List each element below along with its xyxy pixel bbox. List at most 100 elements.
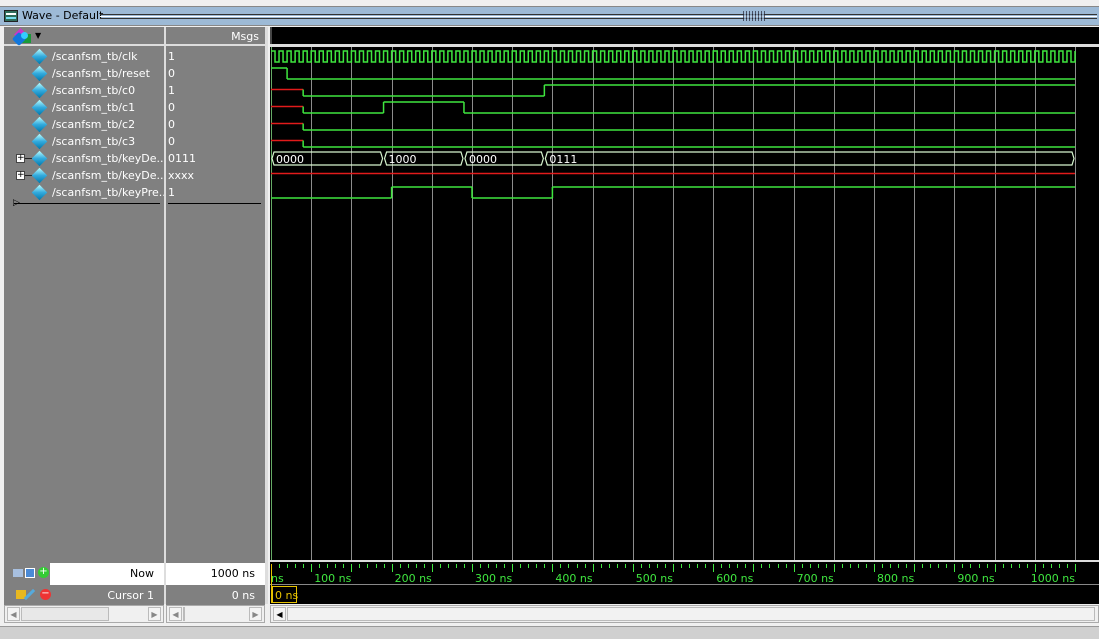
signal-diamond-icon [31,99,48,116]
signal-row[interactable]: + /scanfsm_tb/keyDe... [4,167,168,184]
scroll-thumb[interactable] [183,607,185,621]
signal-diamond-icon [31,133,48,150]
signal-value: 1 [168,50,175,63]
signal-diamond-icon [31,48,48,65]
bus-value-label: 1000 [389,153,417,166]
ruler-label: 200 ns [395,572,432,585]
signal-value: xxxx [168,169,195,182]
values-header: Msgs [166,27,265,46]
ruler-label: 800 ns [877,572,914,585]
ruler-label: 400 ns [555,572,592,585]
signal-value: 1 [168,186,175,199]
ruler-label: 500 ns [636,572,673,585]
scroll-thumb[interactable] [21,607,109,621]
insertion-marker [14,203,160,204]
ruler-separator [270,560,1099,562]
waveform-canvas[interactable]: 0000 1000 0000 0111 ns 100 ns 200 ns 300 ns 400 … [270,27,1099,604]
now-value-cell: 1000 ns [166,563,265,585]
bus-value-label: 0000 [469,153,497,166]
status-bar [0,626,1099,639]
signal-name: /scanfsm_tb/reset [52,67,150,80]
signal-name: /scanfsm_tb/keyDe... [52,169,168,182]
signal-row[interactable]: /scanfsm_tb/keyPre... [4,184,169,201]
cursor-value-cell: 0 ns [166,585,265,605]
ruler-label: 1000 ns [1031,572,1075,585]
ruler-label: 700 ns [797,572,834,585]
cursor-value: 0 ns [231,589,255,602]
window-icon[interactable] [25,568,35,578]
msgs-label: Msgs [231,30,259,43]
names-hscrollbar[interactable]: ◀ ▶ [4,605,164,623]
now-value: 1000 ns [210,567,255,580]
clk-wave [271,50,1076,63]
signal-diamond-icon [31,65,48,82]
expand-icon[interactable]: + [16,171,33,180]
signal-row[interactable]: /scanfsm_tb/c2 [4,116,164,133]
ruler-label: 900 ns [957,572,994,585]
add-signal-icon[interactable] [11,28,32,47]
signal-row[interactable]: /scanfsm_tb/clk [4,48,164,65]
signal-value: 0 [168,118,175,131]
signal-value: 0 [168,135,175,148]
scroll-right-icon[interactable]: ▶ [249,607,262,621]
signal-value: 0 [168,101,175,114]
expand-icon[interactable]: + [16,154,33,163]
chevron-down-icon[interactable]: ▼ [35,31,41,40]
signal-name: /scanfsm_tb/c1 [52,101,136,114]
signal-diamond-icon [31,150,48,167]
values-hscrollbar[interactable]: ◀ ▶ [166,605,265,623]
scroll-right-icon[interactable]: ▶ [148,607,161,621]
header-separator [270,44,1099,47]
titlebar-grip [100,14,1097,19]
now-label: Now [130,567,154,580]
scroll-left-icon[interactable]: ◀ [7,607,20,621]
signal-diamond-icon [31,116,48,133]
signal-row[interactable]: /scanfsm_tb/reset [4,65,164,82]
pane-divider[interactable] [265,27,268,604]
cursor-label: Cursor 1 [107,589,154,602]
bus-value-label: 0000 [276,153,304,166]
wave-hscrollbar[interactable]: ◀ [270,605,1099,623]
signal-value: 0 [168,67,175,80]
remove-cursor-icon[interactable]: − [40,589,51,600]
values-pane: Msgs 1 0 1 0 0 0 0111 xxxx 1 [166,27,265,604]
ruler-label: 100 ns [314,572,351,585]
bus-segment [544,151,1075,166]
waveform-pane[interactable]: 0000 1000 0000 0111 ns 100 ns 200 ns 300 ns 400 … [270,27,1099,604]
signal-name: /scanfsm_tb/c0 [52,84,136,97]
scroll-thumb[interactable] [287,607,1095,621]
signal-names-pane: ▼ /scanfsm_tb/clk/scanfsm_tb/reset/scanf… [4,27,169,604]
signal-row[interactable]: /scanfsm_tb/c1 [4,99,164,116]
scroll-left-icon[interactable]: ◀ [273,607,286,621]
add-cursor-icon[interactable]: + [38,567,49,578]
ruler-label: ns [271,572,284,585]
signal-name: /scanfsm_tb/clk [52,50,138,63]
signal-diamond-icon [31,167,48,184]
window-title: Wave - Default [22,9,104,22]
scroll-left-icon[interactable]: ◀ [169,607,182,621]
signal-name: /scanfsm_tb/c2 [52,118,136,131]
signal-name: /scanfsm_tb/keyPre... [52,186,170,199]
wave-window-icon [4,10,18,22]
now-row: + Now [4,563,164,585]
signal-value: 1 [168,84,175,97]
signal-diamond-icon [31,184,48,201]
signal-name: /scanfsm_tb/c3 [52,135,136,148]
values-insertion-marker [168,203,261,204]
bus-value-label: 0111 [549,153,577,166]
signal-diamond-icon [31,82,48,99]
cursor-marker-label: 0 ns [275,589,298,602]
window-titlebar[interactable]: Wave - Default [0,6,1099,26]
names-header: ▼ [4,27,164,47]
ruler-label: 600 ns [716,572,753,585]
signal-name: /scanfsm_tb/keyDe... [52,152,168,165]
cursor-row: − Cursor 1 [4,585,164,605]
wave-window: Wave - Default ▼ /scanfsm_tb/clk/scanfsm… [0,0,1099,639]
insertion-arrow-icon: ▷ [13,198,20,208]
signal-value: 0111 [168,152,196,165]
drag-handle[interactable] [743,11,765,21]
signal-row[interactable]: /scanfsm_tb/c0 [4,82,164,99]
signal-row[interactable]: + /scanfsm_tb/keyDe... [4,150,168,167]
dock-icon[interactable] [13,569,23,577]
signal-row[interactable]: /scanfsm_tb/c3 [4,133,164,150]
